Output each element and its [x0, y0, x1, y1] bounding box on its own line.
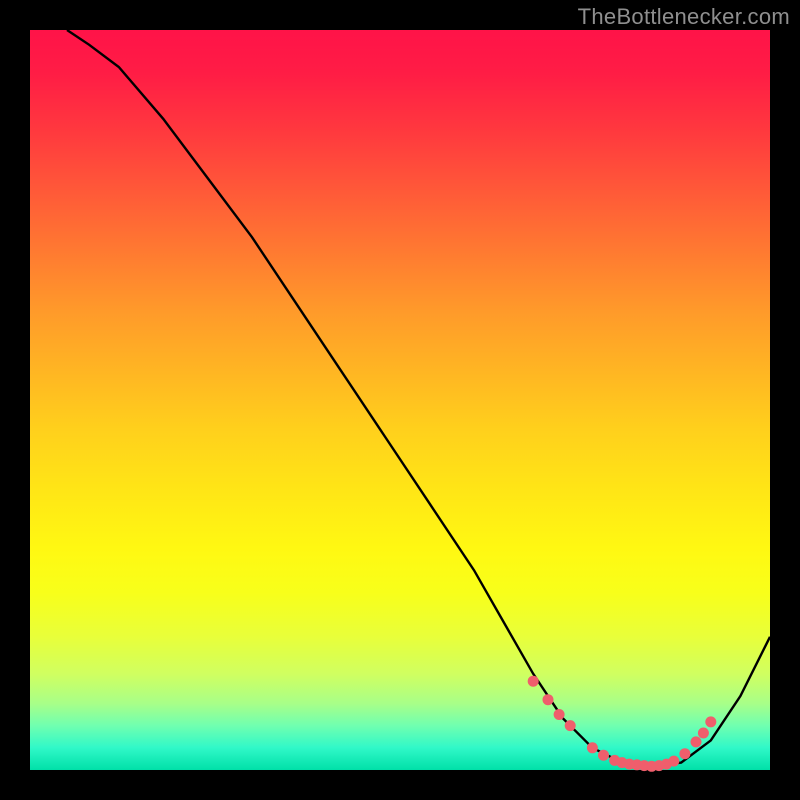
curve-marker [554, 709, 565, 720]
curve-marker [705, 716, 716, 727]
curve-marker [698, 728, 709, 739]
curve-marker [679, 748, 690, 759]
curve-marker [528, 676, 539, 687]
watermark-text: TheBottlenecker.com [578, 4, 790, 30]
curve-marker [543, 694, 554, 705]
plot-area [30, 30, 770, 770]
bottleneck-curve [67, 30, 770, 766]
curve-marker [565, 720, 576, 731]
curve-marker [587, 742, 598, 753]
chart-frame: TheBottlenecker.com [0, 0, 800, 800]
curve-svg [30, 30, 770, 770]
curve-marker [691, 736, 702, 747]
marker-group [528, 676, 717, 772]
curve-marker [598, 750, 609, 761]
curve-marker [668, 756, 679, 767]
